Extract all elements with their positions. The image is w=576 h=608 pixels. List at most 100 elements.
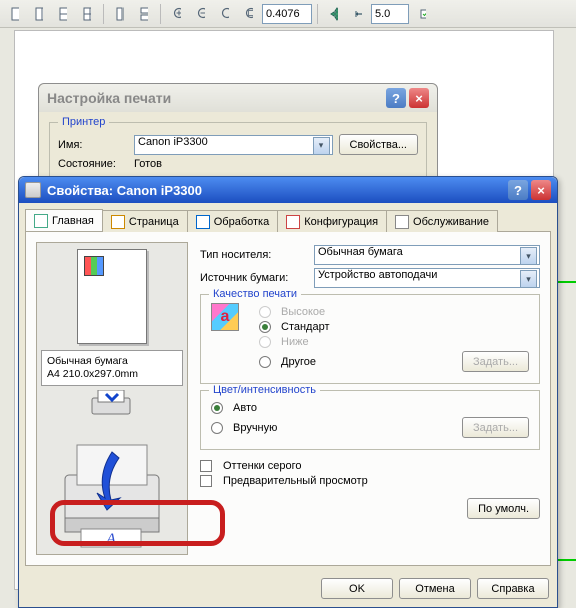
settings-column: Тип носителя: Обычная бумага Источник бу… <box>200 242 540 555</box>
print-setup-titlebar[interactable]: Настройка печати ? × <box>39 84 437 112</box>
dimension-icon[interactable] <box>347 3 369 25</box>
defaults-button[interactable]: По умолч. <box>467 498 540 519</box>
quality-other-radio[interactable] <box>259 356 271 368</box>
tab-main-label: Главная <box>52 215 94 227</box>
paper-source-label: Источник бумаги: <box>200 272 308 284</box>
tool-btn-2[interactable] <box>28 3 50 25</box>
tab-page-label: Страница <box>129 216 179 228</box>
paper-source-value: Устройство автоподачи <box>318 269 437 281</box>
greyscale-checkbox[interactable] <box>200 460 212 472</box>
zoom-window-icon[interactable] <box>214 3 236 25</box>
printer-properties-dialog: Свойства: Canon iP3300 ? × Главная Стран… <box>18 176 558 608</box>
printer-name-value: Canon iP3300 <box>138 136 208 148</box>
intensity-set-button: Задать... <box>462 417 529 438</box>
zoom-in-icon[interactable] <box>166 3 188 25</box>
paper-info-media: Обычная бумага <box>47 355 177 368</box>
preview-label: Предварительный просмотр <box>223 475 368 487</box>
quality-set-button: Задать... <box>462 351 529 372</box>
tab-process[interactable]: Обработка <box>187 210 278 232</box>
printer-status-label: Состояние: <box>58 158 128 170</box>
quality-standard-radio[interactable] <box>259 321 271 333</box>
tab-main-pane: Обычная бумага A4 210.0x297.0mm A <box>25 231 551 566</box>
tool-btn-4[interactable] <box>76 3 98 25</box>
intensity-manual-radio[interactable] <box>211 422 223 434</box>
zoom-fit-icon[interactable] <box>238 3 260 25</box>
intensity-auto-radio[interactable] <box>211 402 223 414</box>
tab-process-icon <box>196 215 210 229</box>
help-button-icon[interactable]: ? <box>386 88 406 108</box>
close-button-icon[interactable]: × <box>409 88 429 108</box>
toggle-icon[interactable] <box>411 3 433 25</box>
tab-config-label: Конфигурация <box>304 216 378 228</box>
quality-low-radio <box>259 336 271 348</box>
quality-low-label: Ниже <box>281 336 309 348</box>
properties-title: Свойства: Canon iP3300 <box>47 183 202 198</box>
media-type-combo[interactable]: Обычная бумага <box>314 245 540 265</box>
page-thumbnail <box>77 249 147 344</box>
tab-process-label: Обработка <box>214 216 269 228</box>
tab-service-icon <box>395 215 409 229</box>
quality-high-radio <box>259 306 271 318</box>
print-setup-title: Настройка печати <box>47 90 171 106</box>
intensity-auto-label: Авто <box>233 402 257 414</box>
quality-standard-label: Стандарт <box>281 321 330 333</box>
tab-strip: Главная Страница Обработка Конфигурация … <box>19 203 557 231</box>
printer-illustration: A <box>57 430 167 550</box>
tab-page[interactable]: Страница <box>102 210 188 232</box>
feed-small-icon <box>90 390 134 420</box>
tool-btn-3[interactable] <box>52 3 74 25</box>
tab-main-icon <box>34 214 48 228</box>
feed-icon-row <box>41 390 183 420</box>
zoom-out-icon[interactable] <box>190 3 212 25</box>
printer-status-value: Готов <box>134 158 162 170</box>
help-button-icon[interactable]: ? <box>508 180 528 200</box>
paper-source-combo[interactable]: Устройство автоподачи <box>314 268 540 288</box>
app-toolbar <box>0 0 576 28</box>
preview-column: Обычная бумага A4 210.0x297.0mm A <box>36 242 188 555</box>
cancel-button[interactable]: Отмена <box>399 578 471 599</box>
toolbar-separator <box>317 4 318 24</box>
intensity-legend: Цвет/интенсивность <box>209 384 320 396</box>
properties-titlebar[interactable]: Свойства: Canon iP3300 ? × <box>19 177 557 203</box>
media-type-label: Тип носителя: <box>200 249 308 261</box>
quality-other-label: Другое <box>281 356 316 368</box>
intensity-fieldset: Цвет/интенсивность Авто Вручную Задать..… <box>200 390 540 450</box>
tab-main[interactable]: Главная <box>25 209 103 231</box>
tab-page-icon <box>111 215 125 229</box>
tool-btn-6[interactable] <box>133 3 155 25</box>
svg-text:A: A <box>105 531 116 548</box>
snap-value-input[interactable] <box>371 4 409 24</box>
print-setup-dialog: Настройка печати ? × Принтер Имя: Canon … <box>38 83 438 189</box>
quality-high-label: Высокое <box>281 306 325 318</box>
media-type-value: Обычная бумага <box>318 246 403 258</box>
quality-legend: Качество печати <box>209 288 301 300</box>
paper-info-size: A4 210.0x297.0mm <box>47 368 177 381</box>
workspace: Настройка печати ? × Принтер Имя: Canon … <box>0 28 576 600</box>
quality-preview-icon: a <box>211 303 239 331</box>
close-button-icon[interactable]: × <box>531 180 551 200</box>
printer-groupbox: Принтер Имя: Canon iP3300 Свойства... Со… <box>49 122 427 178</box>
tab-service-label: Обслуживание <box>413 216 489 228</box>
toolbar-separator <box>160 4 161 24</box>
tab-config-icon <box>286 215 300 229</box>
zoom-value-input[interactable] <box>262 4 312 24</box>
toolbar-separator <box>103 4 104 24</box>
tool-btn-5[interactable] <box>109 3 131 25</box>
dialog-button-row: OK Отмена Справка <box>19 572 557 607</box>
printer-icon <box>25 182 41 198</box>
intensity-manual-label: Вручную <box>233 422 277 434</box>
printer-name-combo[interactable]: Canon iP3300 <box>134 135 333 155</box>
quality-fieldset: Качество печати a Высокое Стандарт Ниже … <box>200 294 540 384</box>
ok-button[interactable]: OK <box>321 578 393 599</box>
tab-config[interactable]: Конфигурация <box>277 210 387 232</box>
printer-name-label: Имя: <box>58 139 128 151</box>
printer-group-legend: Принтер <box>58 116 109 128</box>
tool-btn-1[interactable] <box>4 3 26 25</box>
preview-checkbox[interactable] <box>200 475 212 487</box>
greyscale-label: Оттенки серого <box>223 460 301 472</box>
help-button[interactable]: Справка <box>477 578 549 599</box>
printer-properties-button[interactable]: Свойства... <box>339 134 418 155</box>
pan-tool-icon[interactable] <box>323 3 345 25</box>
tab-service[interactable]: Обслуживание <box>386 210 498 232</box>
preview-box: Обычная бумага A4 210.0x297.0mm A <box>36 242 188 555</box>
